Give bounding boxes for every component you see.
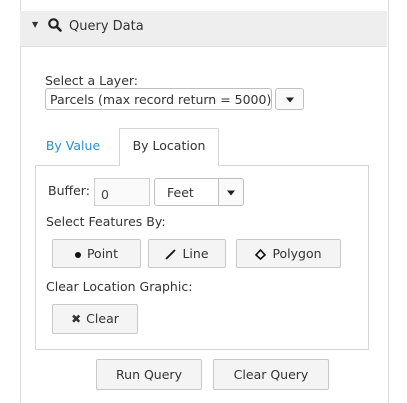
chevron-down-icon — [227, 190, 235, 196]
clear-button-label: Clear — [86, 311, 119, 326]
buffer-input[interactable] — [94, 178, 150, 206]
layer-select[interactable]: Parcels (max record return = 5000) — [45, 88, 272, 110]
buffer-label: Buffer: — [48, 183, 90, 198]
layer-dropdown-button[interactable] — [275, 88, 304, 110]
clear-query-button[interactable]: Clear Query — [213, 359, 329, 390]
panel-title[interactable]: Query Data — [69, 19, 144, 34]
caret-down-icon[interactable]: ▼ — [32, 20, 38, 29]
tab-by-value[interactable]: By Value — [39, 133, 107, 165]
polygon-icon — [255, 249, 267, 260]
search-icon — [48, 18, 62, 32]
select-layer-label: Select a Layer: — [45, 73, 139, 88]
line-icon — [165, 249, 177, 260]
polygon-button-label: Polygon — [272, 246, 322, 261]
polygon-button[interactable]: Polygon — [236, 239, 341, 268]
select-features-label: Select Features By: — [46, 214, 166, 229]
line-button-label: Line — [182, 246, 209, 261]
chevron-down-icon — [285, 97, 294, 103]
point-icon — [74, 251, 81, 258]
clear-graphic-button[interactable]: ✖ Clear — [52, 304, 138, 334]
point-button-label: Point — [86, 246, 119, 261]
tab-by-location[interactable]: By Location — [119, 128, 219, 166]
point-button[interactable]: Point — [52, 239, 141, 268]
unit-dropdown-button[interactable] — [218, 178, 244, 206]
line-button[interactable]: Line — [148, 239, 226, 268]
run-query-button[interactable]: Run Query — [96, 359, 202, 390]
unit-select[interactable]: Feet — [154, 178, 219, 206]
clear-location-graphic-label: Clear Location Graphic: — [46, 279, 193, 294]
close-icon: ✖ — [71, 312, 82, 326]
